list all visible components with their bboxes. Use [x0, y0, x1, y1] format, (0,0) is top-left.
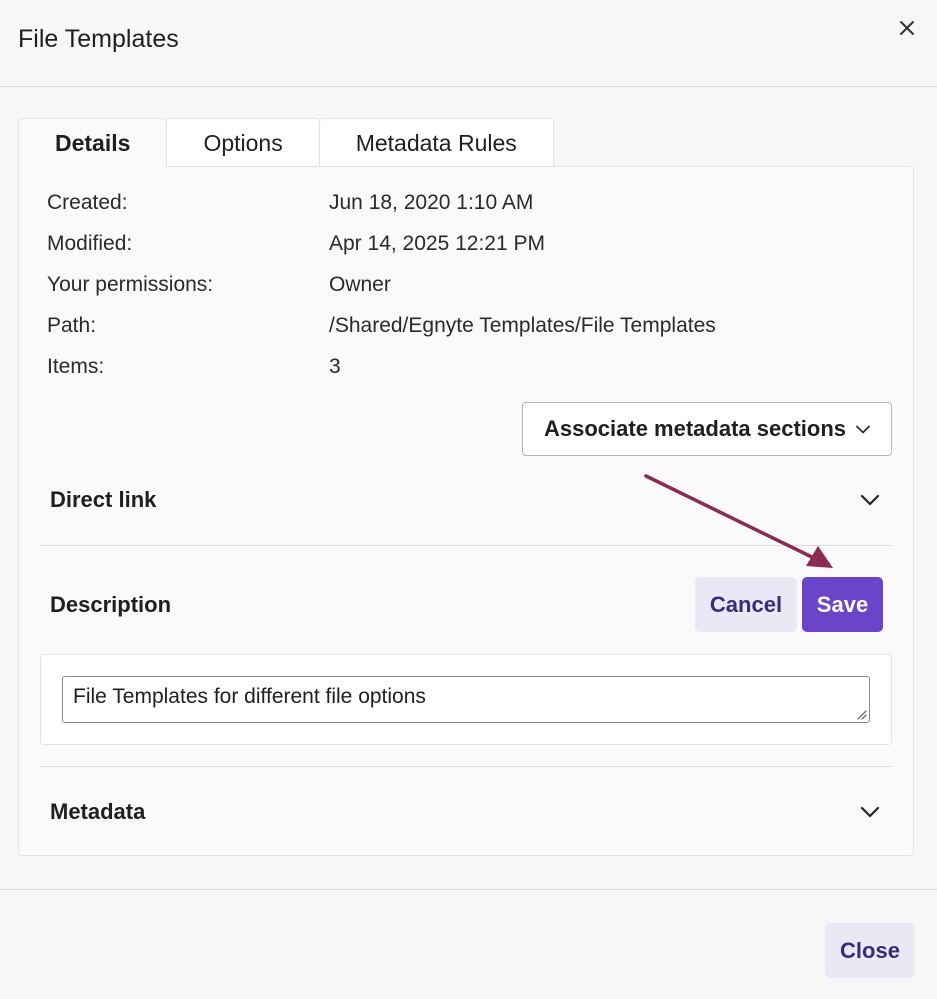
chevron-down-icon: [856, 425, 870, 433]
save-button[interactable]: Save: [802, 577, 883, 632]
associate-metadata-sections-button[interactable]: Associate metadata sections: [522, 402, 892, 456]
dialog-title: File Templates: [18, 25, 179, 53]
description-input[interactable]: [62, 676, 870, 723]
file-templates-dialog: File Templates Details Options Metadata …: [0, 0, 937, 999]
metadata-toggle[interactable]: [857, 799, 883, 825]
close-button[interactable]: Close: [825, 923, 915, 978]
created-label: Created:: [47, 191, 128, 214]
close-icon: [900, 21, 914, 35]
section-divider: [40, 766, 892, 767]
chevron-down-icon: [860, 494, 880, 506]
metadata-title: Metadata: [50, 799, 146, 824]
tab-options[interactable]: Options: [167, 118, 320, 167]
close-dialog-button[interactable]: [891, 12, 923, 44]
description-title: Description: [50, 592, 172, 617]
description-box: [40, 654, 892, 745]
items-label: Items:: [47, 355, 105, 378]
cancel-button[interactable]: Cancel: [695, 577, 797, 632]
tab-metadata-rules[interactable]: Metadata Rules: [319, 118, 554, 167]
details-panel: Created: Jun 18, 2020 1:10 AM Modified: …: [18, 166, 914, 856]
modified-value: Apr 14, 2025 12:21 PM: [329, 232, 545, 255]
tab-details[interactable]: Details: [18, 118, 168, 168]
permissions-value: Owner: [329, 273, 391, 296]
permissions-label: Your permissions:: [47, 273, 214, 296]
associate-metadata-sections-label: Associate metadata sections: [543, 416, 847, 441]
path-value: /Shared/Egnyte Templates/File Templates: [329, 314, 716, 337]
modified-label: Modified:: [47, 232, 133, 255]
tab-bar: Details Options Metadata Rules: [18, 118, 554, 168]
direct-link-toggle[interactable]: [857, 487, 883, 513]
dialog-footer: Close: [0, 889, 937, 999]
items-value: 3: [329, 355, 341, 378]
section-divider: [40, 545, 892, 546]
created-value: Jun 18, 2020 1:10 AM: [329, 191, 534, 214]
resize-grip-icon[interactable]: [855, 708, 867, 720]
direct-link-title: Direct link: [50, 487, 157, 512]
path-label: Path:: [47, 314, 97, 337]
dialog-header: File Templates: [0, 0, 937, 87]
chevron-down-icon: [860, 806, 880, 818]
